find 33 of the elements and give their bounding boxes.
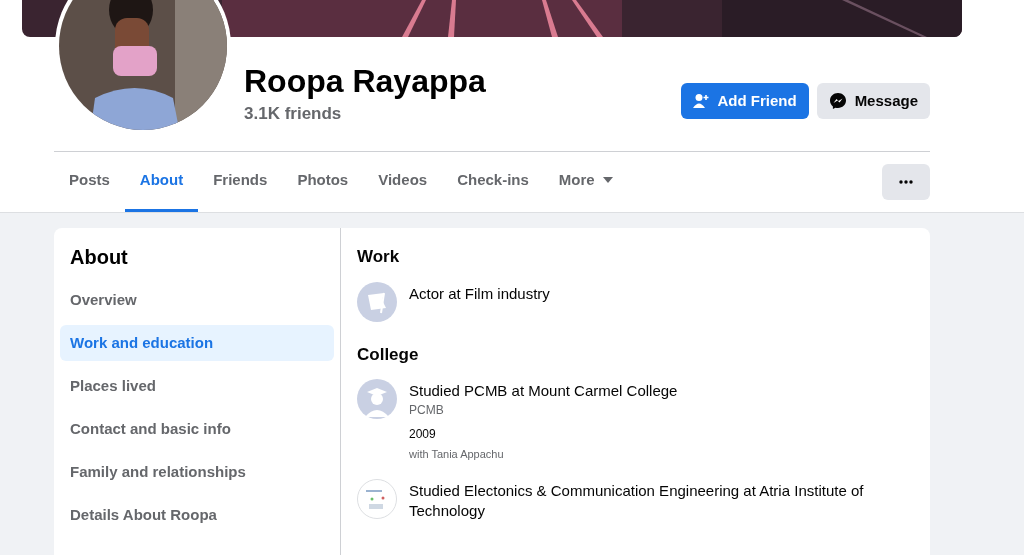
more-options-button[interactable] bbox=[882, 164, 930, 200]
profile-tab[interactable]: About bbox=[124, 152, 199, 212]
profile-tab[interactable]: Check-ins bbox=[442, 152, 544, 212]
section-heading: Work bbox=[357, 246, 401, 268]
entry-title: Actor at Film industry bbox=[409, 283, 551, 304]
profile-tab[interactable]: Videos bbox=[363, 152, 443, 212]
add-friend-button[interactable]: Add Friend bbox=[681, 83, 809, 119]
message-button[interactable]: Message bbox=[816, 83, 930, 119]
section-heading: College bbox=[357, 343, 420, 366]
about-menu-item[interactable]: Contact and basic info bbox=[60, 411, 334, 447]
friend-count: 3.1K friends bbox=[244, 103, 343, 125]
entry-title: Studied PCMB at Mount Carmel College bbox=[409, 381, 679, 401]
ellipsis-icon bbox=[899, 180, 913, 184]
entry-companion: with Tania Appachu bbox=[409, 447, 505, 462]
about-menu-item[interactable]: Places lived bbox=[60, 368, 334, 404]
about-heading: About bbox=[69, 245, 129, 270]
about-menu-item[interactable]: Family and relationships bbox=[60, 454, 334, 490]
flag-icon bbox=[357, 281, 397, 322]
about-menu-item[interactable]: Details About Roopa bbox=[60, 497, 334, 533]
profile-tab[interactable]: More bbox=[543, 152, 628, 212]
profile-tab[interactable]: Posts bbox=[54, 152, 125, 212]
about-menu-item[interactable]: Overview bbox=[60, 282, 334, 318]
about-menu-item[interactable]: Work and education bbox=[60, 325, 334, 361]
add-person-icon bbox=[693, 93, 710, 109]
entry-subtitle: PCMB bbox=[409, 402, 445, 419]
messenger-icon bbox=[828, 92, 847, 110]
school-logo-icon bbox=[357, 478, 397, 519]
profile-name: Roopa Rayappa bbox=[244, 63, 487, 99]
profile-tab[interactable]: Photos bbox=[282, 152, 364, 212]
profile-tab[interactable]: Friends bbox=[198, 152, 283, 212]
entry-title: Studied Electonics & Communication Engineering at Atria Institute of Technology bbox=[409, 480, 865, 521]
entry-year: 2009 bbox=[409, 426, 437, 443]
graduate-icon bbox=[357, 379, 397, 419]
